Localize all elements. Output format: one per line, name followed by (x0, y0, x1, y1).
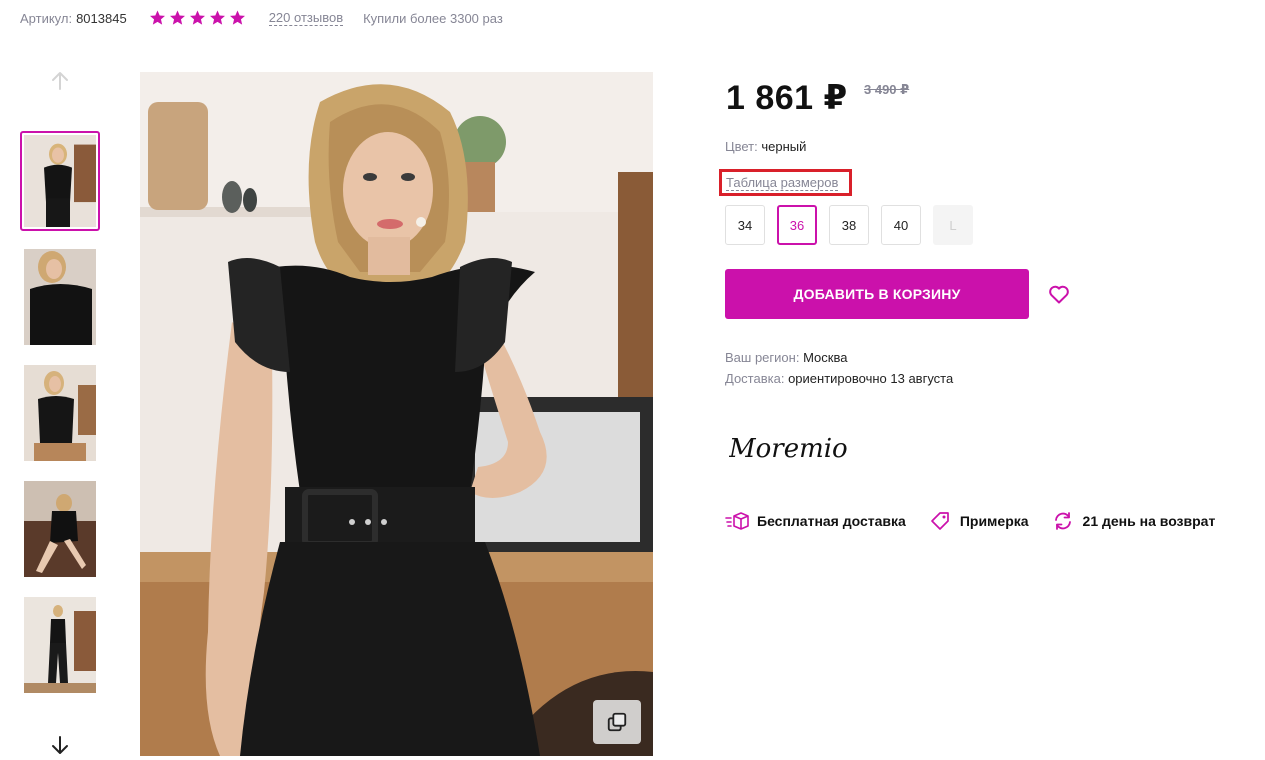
benefits-bar: Бесплатная доставка Примерка 21 день на … (725, 511, 1215, 531)
benefit-fitting: Примерка (928, 511, 1029, 531)
thumbnail-image (24, 135, 96, 227)
benefit-return: 21 день на возврат (1051, 511, 1216, 531)
arrow-up-icon[interactable] (47, 69, 73, 93)
main-product-photo[interactable] (140, 72, 653, 756)
benefit-label: 21 день на возврат (1082, 513, 1216, 529)
thumbnail[interactable] (24, 365, 96, 461)
delivery-box-icon (725, 512, 749, 530)
benefit-label: Примерка (959, 513, 1029, 529)
thumbnail[interactable] (24, 597, 96, 693)
color-info: Цвет: черный (725, 139, 806, 154)
color-value: черный (761, 139, 807, 154)
sku-label: Артикул: (20, 10, 73, 26)
thumbnail[interactable] (24, 249, 96, 345)
star-icon (209, 10, 225, 25)
current-price: 1 861 ₽ (726, 79, 848, 117)
size-option-l: L (933, 205, 973, 245)
star-icon (169, 10, 185, 25)
star-icon (149, 10, 165, 25)
thumbnail[interactable] (20, 131, 100, 231)
region-info: Ваш регион: Москва (725, 350, 847, 365)
thumbnail-image (24, 365, 96, 461)
star-icon (189, 10, 205, 25)
star-icon (229, 10, 245, 25)
refresh-icon (1054, 512, 1071, 530)
size-table-link[interactable]: Таблица размеров (726, 175, 839, 191)
region-value: Москва (803, 350, 848, 365)
benefit-free-delivery: Бесплатная доставка (725, 511, 906, 531)
add-to-cart-button[interactable]: ДОБАВИТЬ В КОРЗИНУ (725, 269, 1029, 319)
delivery-label: Доставка: (725, 371, 785, 386)
reviews-link[interactable]: 220 отзывов (268, 10, 344, 26)
thumbnail-image (24, 481, 96, 577)
heart-icon[interactable] (1047, 282, 1071, 306)
bought-count: Купили более 3300 раз (363, 10, 503, 26)
brand-logo[interactable]: Moremio (729, 432, 849, 462)
size-option-34[interactable]: 34 (725, 205, 765, 245)
size-option-38[interactable]: 38 (829, 205, 869, 245)
color-label: Цвет: (725, 139, 758, 154)
rating-stars (148, 9, 248, 27)
thumbnail-image (24, 249, 96, 345)
benefit-label: Бесплатная доставка (757, 513, 906, 529)
product-image (140, 72, 653, 756)
product-meta: Артикул: 8013845 220 отзывов Купили боле… (20, 9, 503, 27)
region-label: Ваш регион: (725, 350, 800, 365)
thumbnail[interactable] (24, 481, 96, 577)
svg-text:Moremio: Moremio (729, 434, 848, 462)
tag-icon (930, 512, 949, 530)
arrow-down-icon[interactable] (47, 733, 73, 757)
size-option-40[interactable]: 40 (881, 205, 921, 245)
thumbnail-image (24, 597, 96, 693)
sku-value: 8013845 (76, 10, 127, 26)
old-price: 3 490 ₽ (864, 82, 910, 97)
zoom-button[interactable] (593, 700, 641, 744)
size-option-36[interactable]: 36 (777, 205, 817, 245)
delivery-info: Доставка: ориентировочно 13 августа (725, 371, 953, 386)
copy-expand-icon (607, 712, 627, 732)
delivery-value: ориентировочно 13 августа (788, 371, 954, 386)
